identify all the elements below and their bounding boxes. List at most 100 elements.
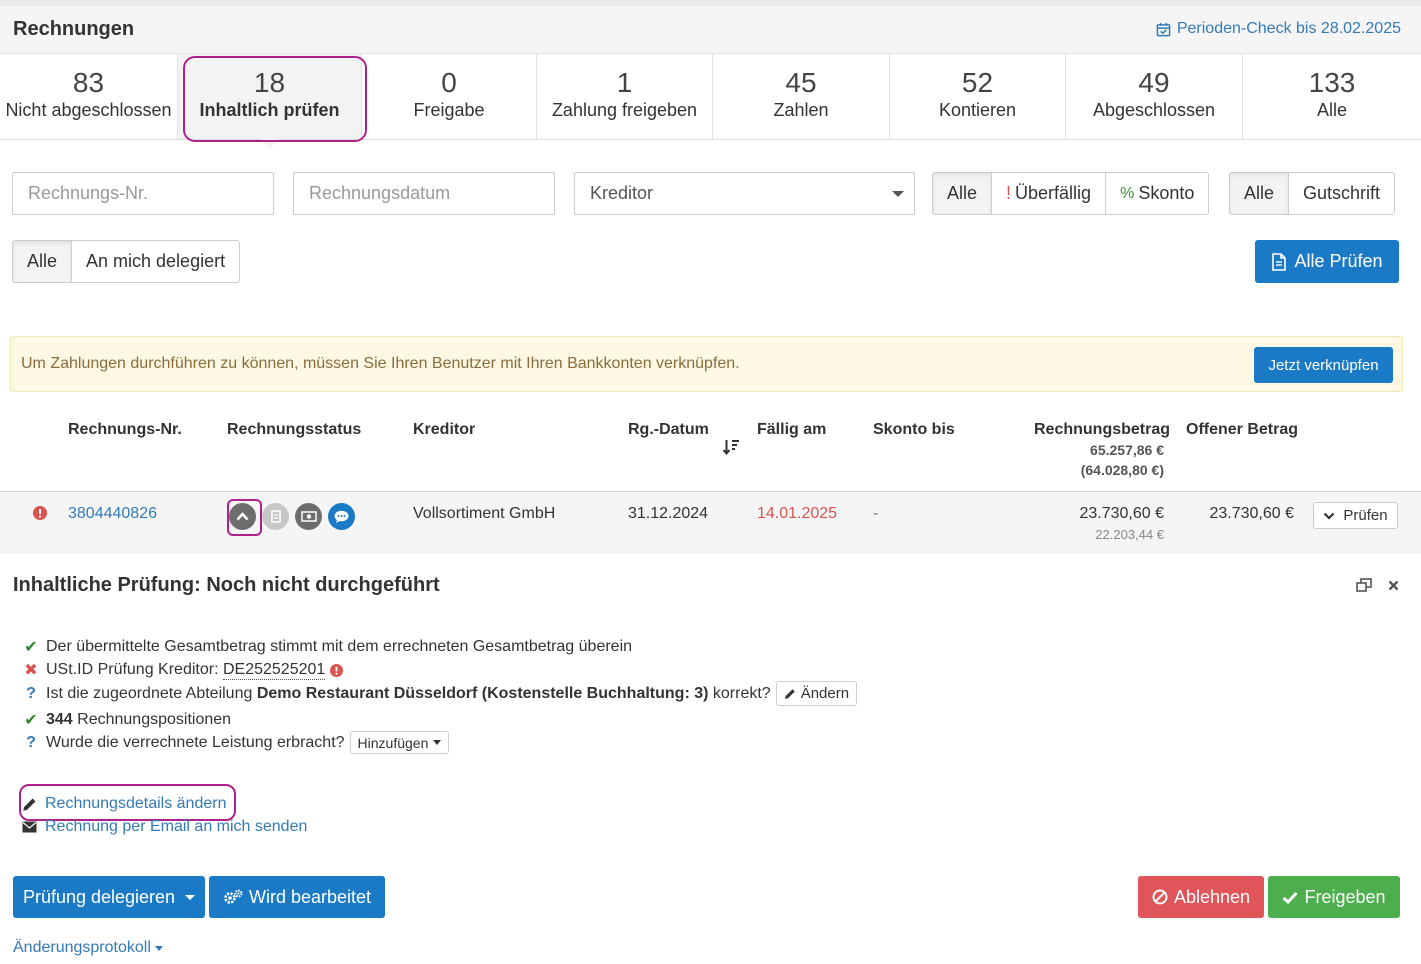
positions-count: 344 [46, 711, 73, 728]
vat-id-value[interactable]: DE252525201 [222, 661, 326, 680]
tab-count: 0 [441, 67, 457, 98]
period-check-label: Perioden-Check bis 28.02.2025 [1176, 20, 1401, 37]
col-header-invoice-no[interactable]: Rechnungs-Nr. [68, 421, 182, 439]
popout-window-icon[interactable] [1356, 578, 1372, 592]
check-vat-id-prefix: USt.ID Prüfung Kreditor: [46, 661, 219, 678]
collapse-chevron-up-icon[interactable] [229, 503, 256, 530]
edit-invoice-details-link[interactable]: Rechnungsdetails ändern [22, 795, 226, 813]
tab-kontieren[interactable]: 52 Kontieren [890, 54, 1066, 139]
checkmark-icon [1282, 891, 1299, 904]
delegation-filter-all-label: Alle [27, 251, 58, 271]
chevron-down-icon [1324, 512, 1335, 520]
caret-down-icon [185, 894, 196, 900]
creditor-select-value: Kreditor [590, 183, 654, 203]
col-header-due[interactable]: Fällig am [757, 421, 826, 439]
changelog-toggle[interactable]: Änderungsprotokoll [13, 939, 163, 957]
ban-icon [1152, 889, 1168, 905]
question-icon: ? [26, 733, 36, 751]
close-icon[interactable] [1388, 580, 1399, 591]
pencil-icon [23, 798, 36, 811]
payment-money-icon[interactable] [295, 503, 322, 530]
col-header-status[interactable]: Rechnungsstatus [227, 421, 361, 439]
invoice-number-link[interactable]: 3804440826 [68, 505, 157, 523]
tab-label: Alle [1316, 100, 1347, 120]
tab-inhaltlich-pruefen[interactable]: 18 Inhaltlich prüfen [178, 54, 362, 149]
alert-text: Um Zahlungen durchführen zu können, müss… [21, 355, 740, 372]
tab-nicht-abgeschlossen[interactable]: 83 Nicht abgeschlossen [0, 54, 178, 139]
detail-panel-controls [1356, 578, 1399, 592]
change-department-button[interactable]: Ändern [775, 681, 858, 706]
envelope-icon [22, 821, 37, 833]
type-filter-credit-label: Gutschrift [1303, 183, 1381, 203]
amount-net-cell: 22.203,44 € [1095, 527, 1164, 542]
due-filter-overdue[interactable]: ! Überfällig [992, 173, 1107, 214]
gears-icon [224, 889, 243, 904]
tab-count: 1 [616, 67, 633, 98]
tab-alle[interactable]: 133 Alle [1243, 54, 1421, 139]
tab-label: Abgeschlossen [1092, 100, 1216, 120]
calendar-check-icon [1156, 22, 1171, 36]
delegate-review-button[interactable]: Prüfung delegieren [13, 876, 205, 918]
table-row[interactable] [0, 492, 1421, 554]
link-now-button[interactable]: Jetzt verknüpfen [1254, 347, 1393, 383]
bank-account-alert: Um Zahlungen durchführen zu können, müss… [10, 336, 1403, 392]
type-filter-credit-note[interactable]: Gutschrift [1289, 173, 1395, 214]
email-invoice-label: Rechnung per Email an mich senden [45, 818, 308, 835]
add-service-dropdown[interactable]: Hinzufügen [349, 731, 450, 754]
change-department-label: Ändern [800, 685, 850, 702]
delegation-filter-delegated-label: An mich delegiert [86, 251, 226, 271]
type-filter-group: Alle Gutschrift [1229, 172, 1396, 215]
col-header-discount-until[interactable]: Skonto bis [873, 421, 955, 439]
invoice-number-input[interactable]: Rechnungs-Nr. [12, 172, 274, 215]
col-header-amount[interactable]: Rechnungsbetrag [1034, 421, 1170, 439]
col-header-date[interactable]: Rg.-Datum [628, 421, 709, 439]
status-tabs: 83 Nicht abgeschlossen 18 Inhaltlich prü… [0, 54, 1421, 149]
col-header-creditor[interactable]: Kreditor [413, 421, 475, 439]
check-invoice-label: Prüfen [1343, 507, 1388, 524]
invoice-document-icon[interactable] [262, 503, 289, 530]
check-positions: ✔ 344 Rechnungspositionen [22, 710, 231, 730]
tab-zahlen[interactable]: 45 Zahlen [713, 54, 890, 139]
type-filter-all-label: Alle [1244, 183, 1275, 203]
check-invoice-button[interactable]: Prüfen [1313, 502, 1398, 529]
email-invoice-link[interactable]: Rechnung per Email an mich senden [22, 818, 307, 836]
tab-label: Freigabe [413, 100, 485, 120]
warning-circle-icon [330, 663, 344, 677]
col-header-open-amount[interactable]: Offener Betrag [1186, 421, 1298, 439]
due-filter-all[interactable]: Alle [933, 173, 993, 214]
period-check-link[interactable]: Perioden-Check bis 28.02.2025 [1156, 20, 1401, 38]
tab-label: Nicht abgeschlossen [5, 100, 172, 120]
tab-count: 18 [253, 67, 286, 98]
discount-until-cell: - [873, 505, 879, 522]
check-all-button[interactable]: Alle Prüfen [1255, 240, 1399, 283]
approve-label: Freigeben [1304, 886, 1386, 907]
due-filter-discount[interactable]: % Skonto [1106, 173, 1209, 214]
check-service-rendered: ? Wurde die verrechnete Leistung erbrach… [22, 731, 450, 754]
invoice-date-input[interactable]: Rechnungsdatum [293, 172, 555, 215]
reject-button[interactable]: Ablehnen [1138, 876, 1264, 918]
changelog-label: Änderungsprotokoll [13, 939, 151, 956]
in-progress-button[interactable]: Wird bearbeitet [209, 876, 385, 918]
tab-zahlung-freigeben[interactable]: 1 Zahlung freigeben [537, 54, 713, 139]
tab-count: 45 [785, 67, 817, 98]
tab-freigabe[interactable]: 0 Freigabe [362, 54, 537, 139]
type-filter-all[interactable]: Alle [1230, 173, 1290, 214]
approve-button[interactable]: Freigeben [1268, 876, 1400, 918]
tab-abgeschlossen[interactable]: 49 Abgeschlossen [1066, 54, 1243, 139]
check-department: ? Ist die zugeordnete Abteilung Demo Res… [22, 681, 858, 706]
delegation-filter-all[interactable]: Alle [13, 241, 73, 282]
delegation-filter-delegated[interactable]: An mich delegiert [72, 241, 240, 282]
creditor-select[interactable]: Kreditor [574, 172, 915, 215]
due-filter-discount-label: Skonto [1138, 183, 1195, 203]
check-all-label: Alle Prüfen [1294, 251, 1383, 271]
sort-desc-icon[interactable] [723, 439, 740, 455]
open-amount-cell: 23.730,60 € [1209, 505, 1294, 522]
caret-down-icon [154, 945, 163, 951]
delegation-filter-group: Alle An mich delegiert [12, 240, 241, 283]
tab-count: 49 [1138, 67, 1170, 98]
due-filter-overdue-label: Überfällig [1015, 183, 1092, 203]
tab-label: Zahlen [773, 100, 829, 120]
reject-label: Ablehnen [1173, 886, 1251, 907]
positions-label: Rechnungspositionen [77, 711, 232, 728]
comment-icon[interactable] [328, 503, 355, 530]
